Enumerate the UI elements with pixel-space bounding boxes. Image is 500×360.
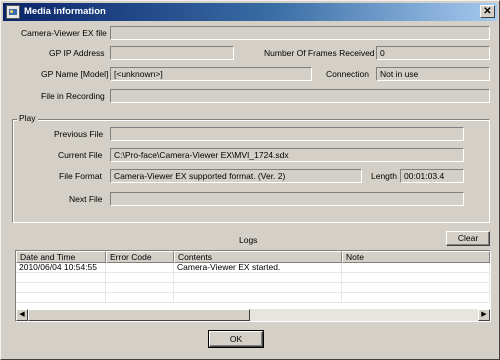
table-row-empty xyxy=(16,293,490,303)
length-label: Length xyxy=(371,171,397,181)
next-file-field xyxy=(110,192,464,206)
logs-table[interactable]: Date and Time Error Code Contents Note 2… xyxy=(15,250,491,322)
scroll-left-icon[interactable]: ◀ xyxy=(16,309,28,321)
file-format-label: File Format xyxy=(59,171,102,181)
window-title: Media information xyxy=(24,6,106,17)
connection-label: Connection xyxy=(326,69,370,79)
previous-file-label: Previous File xyxy=(54,129,104,139)
gp-name-label: GP Name [Model] xyxy=(41,69,109,79)
connection-field: Not in use xyxy=(376,67,490,81)
gp-ip-address-label: GP IP Address xyxy=(49,48,105,58)
file-format-field: Camera-Viewer EX supported format. (Ver.… xyxy=(110,169,362,183)
scroll-right-icon[interactable]: ▶ xyxy=(478,309,490,321)
cell-date-time: 2010/06/04 10:54:55 xyxy=(16,263,106,273)
table-row-empty xyxy=(16,283,490,293)
current-file-label: Current File xyxy=(58,150,103,160)
file-in-recording-label: File in Recording xyxy=(41,91,105,101)
ok-button[interactable]: OK xyxy=(208,330,264,348)
table-row-empty xyxy=(16,273,490,283)
clear-logs-button[interactable]: Clear xyxy=(446,231,490,246)
close-button[interactable]: ✕ xyxy=(480,5,495,18)
cell-error-code xyxy=(106,263,174,273)
current-file-field: C:\Pro-face\Camera-Viewer EX\MVI_1724.sd… xyxy=(110,148,464,162)
title-bar[interactable]: Media information ✕ xyxy=(3,3,497,21)
media-information-dialog: Media information ✕ Camera-Viewer EX fil… xyxy=(0,0,500,360)
table-row[interactable]: 2010/06/04 10:54:55 Camera-Viewer EX sta… xyxy=(16,263,490,273)
cell-contents: Camera-Viewer EX started. xyxy=(174,263,342,273)
camera-viewer-ex-file-field xyxy=(110,26,490,40)
gp-name-field: [<unknown>] xyxy=(110,67,312,81)
frames-received-label: Number Of Frames Received xyxy=(264,48,375,58)
column-header-note[interactable]: Note xyxy=(342,251,490,263)
media-info-icon xyxy=(6,5,20,19)
length-field: 00:01:03.4 xyxy=(400,169,464,183)
logs-table-header: Date and Time Error Code Contents Note xyxy=(16,251,490,263)
column-header-date-time[interactable]: Date and Time xyxy=(16,251,106,263)
previous-file-field xyxy=(110,127,464,141)
next-file-label: Next File xyxy=(69,194,103,204)
logs-title: Logs xyxy=(239,235,258,245)
column-header-error-code[interactable]: Error Code xyxy=(106,251,174,263)
play-group-label: Play xyxy=(17,113,38,123)
horizontal-scrollbar[interactable]: ◀ ▶ xyxy=(16,309,490,321)
file-in-recording-field xyxy=(110,89,490,103)
cell-note xyxy=(342,263,490,273)
column-header-contents[interactable]: Contents xyxy=(174,251,342,263)
frames-received-field: 0 xyxy=(376,46,490,60)
gp-ip-address-field xyxy=(110,46,234,60)
camera-viewer-ex-file-label: Camera-Viewer EX file xyxy=(21,28,107,38)
scrollbar-thumb[interactable] xyxy=(28,309,250,321)
